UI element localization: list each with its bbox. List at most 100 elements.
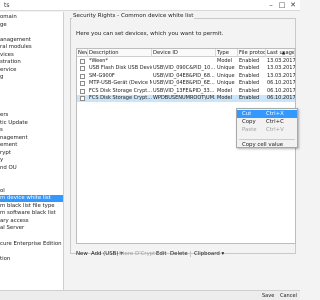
sidebar-item[interactable]: [0, 105, 63, 112]
row-new-cell[interactable]: [77, 73, 88, 80]
sidebar-item[interactable]: anagement: [0, 37, 63, 44]
sort-caret-icon: ▲: [282, 50, 286, 55]
sidebar-item[interactable]: ge: [0, 22, 63, 29]
column-header-last-usage[interactable]: Last usage: [266, 49, 295, 57]
row-checkbox[interactable]: [80, 59, 85, 64]
maximize-icon[interactable]: □: [277, 1, 287, 10]
sidebar-item[interactable]: [0, 82, 63, 89]
row-checkbox[interactable]: [80, 88, 85, 94]
row-new-cell[interactable]: [77, 80, 88, 87]
edit-button[interactable]: Edit: [156, 250, 166, 258]
sidebar-item[interactable]: ement: [0, 142, 63, 149]
sidebar-item[interactable]: [0, 97, 63, 104]
context-menu-label: Cut: [242, 111, 252, 117]
sidebar-item[interactable]: s: [0, 127, 63, 134]
context-menu-item[interactable]: Copy cell value: [237, 141, 297, 149]
status-bar: Save Cancel: [0, 290, 300, 300]
table-row[interactable]: *Ween* Model Enabled 13.03.2017: [77, 58, 295, 65]
sidebar-item[interactable]: ol: [0, 188, 63, 195]
cell-description: *Ween*: [89, 58, 108, 64]
cell-protocol: Enabled: [239, 95, 260, 101]
sidebar-item[interactable]: vices: [0, 52, 63, 59]
cell-last-usage: 06.10.2017: [267, 80, 295, 87]
row-checkbox[interactable]: [80, 96, 85, 101]
sidebar-item[interactable]: ral modules: [0, 44, 63, 51]
row-new-cell[interactable]: [77, 65, 88, 72]
clipboard-button[interactable]: Clipboard ▾: [194, 250, 224, 258]
cell-last-usage: 06.10.2017: [267, 87, 295, 94]
row-new-cell[interactable]: [77, 58, 88, 65]
cell-protocol: Enabled: [239, 58, 260, 64]
column-header-description[interactable]: Description: [88, 49, 152, 57]
sidebar-item[interactable]: rypt: [0, 150, 63, 157]
table-row[interactable]: MTP-USB-Gerät (Device M... USB\VID_04E8&P…: [77, 80, 295, 87]
sidebar-item[interactable]: [0, 29, 63, 36]
sidebar-item[interactable]: nagement: [0, 135, 63, 142]
delete-button[interactable]: Delete: [170, 250, 188, 258]
table-row[interactable]: FCS Disk Storage Crypt... USB\VID_13FE&PI…: [77, 88, 295, 95]
cell-last-usage: 13.03.2017: [267, 72, 295, 79]
sidebar-item[interactable]: nd OU: [0, 165, 63, 172]
sidebar-item[interactable]: stration: [0, 59, 63, 66]
cell-description: FCS Disk Storage Crypt...: [89, 87, 152, 94]
table-row[interactable]: SM-G900F USB\VID_04E8&PID_68... Unique Enab…: [77, 73, 295, 80]
cell-protocol: Enabled: [239, 65, 260, 72]
sidebar-item[interactable]: ary access: [0, 218, 63, 225]
sidebar-item[interactable]: cure Enterprise Edition: [0, 241, 63, 248]
cell-description: MTP-USB-Gerät (Device M...: [89, 80, 152, 87]
row-checkbox[interactable]: [80, 66, 85, 72]
table-header: New Description Device ID Type File prot…: [77, 49, 295, 57]
row-new-cell[interactable]: [77, 88, 88, 95]
toolbar-separator: [190, 251, 191, 257]
column-header-file-protocol[interactable]: File protocol: [238, 49, 266, 57]
save-button[interactable]: Save: [262, 293, 274, 299]
sidebar-item[interactable]: m software black list: [0, 210, 63, 217]
minimize-icon[interactable]: –: [266, 1, 276, 10]
row-new-cell[interactable]: [77, 95, 88, 102]
sidebar-item[interactable]: [0, 90, 63, 97]
cell-last-usage: 13.03.2017: [267, 58, 295, 64]
context-menu-item[interactable]: Cut Ctrl+X: [237, 110, 297, 118]
sidebar-item[interactable]: g: [0, 74, 63, 81]
cell-type: Model: [217, 58, 233, 64]
row-checkbox[interactable]: [80, 81, 85, 87]
cancel-button[interactable]: Cancel: [280, 293, 297, 299]
cell-device-id: USB\VID_13FE&PID_33...: [153, 87, 215, 94]
sidebar-item[interactable]: omain: [0, 14, 63, 21]
row-checkbox[interactable]: [80, 73, 85, 79]
cell-last-usage: 13.03.2017: [267, 65, 295, 72]
sidebar-item[interactable]: al Server: [0, 225, 63, 232]
table-row[interactable]: USB Flash Disk USB Device USB\VID_090C&PI…: [77, 65, 295, 72]
sidebar-item[interactable]: [0, 173, 63, 180]
sidebar-item[interactable]: [0, 233, 63, 240]
cell-type: Unique: [217, 65, 235, 72]
close-icon[interactable]: ✕: [288, 1, 298, 10]
sidebar-item[interactable]: tic Update: [0, 120, 63, 127]
sidebar-item[interactable]: [0, 180, 63, 187]
navigation-tree[interactable]: omain ge anagement ral modules vices stration…: [0, 12, 64, 290]
column-header-device-id[interactable]: Device ID: [152, 49, 216, 57]
cell-description: SM-G900F: [89, 72, 115, 79]
cell-description: FCS Disk Storage Crypt...: [89, 95, 152, 101]
sidebar-item[interactable]: tion: [0, 256, 63, 263]
cell-description: USB Flash Disk USB Device: [89, 65, 152, 72]
context-menu-item[interactable]: Paste Ctrl+V: [237, 126, 297, 134]
store-dcrypt-button[interactable]: Store D'Crypt: [119, 250, 155, 258]
group-title: Security Rights - Common device white li…: [72, 13, 195, 20]
sidebar-item[interactable]: ervice: [0, 67, 63, 74]
new-button[interactable]: New: [76, 250, 88, 258]
cell-type: Unique: [217, 80, 235, 87]
context-menu-item[interactable]: Copy Ctrl+C: [237, 118, 297, 126]
table-row[interactable]: FCS Disk Storage Crypt... WPDBUSENUMROOT\…: [77, 95, 295, 102]
column-header-new[interactable]: New: [77, 49, 88, 57]
column-header-type[interactable]: Type: [216, 49, 238, 57]
sidebar-item[interactable]: y: [0, 157, 63, 164]
context-menu-shortcut: Ctrl+V: [266, 127, 284, 133]
context-menu: Cut Ctrl+X Copy Ctrl+C Paste Ctrl+V Copy cell …: [236, 108, 298, 148]
sidebar-item[interactable]: m black list file type: [0, 203, 63, 210]
sidebar-item[interactable]: m device white list: [0, 195, 63, 203]
sidebar-item[interactable]: [0, 248, 63, 255]
sidebar-item[interactable]: ers: [0, 112, 63, 119]
cell-type: Unique: [217, 72, 235, 79]
cell-device-id: WPDBUSENUMROOT\UM...: [153, 95, 216, 101]
